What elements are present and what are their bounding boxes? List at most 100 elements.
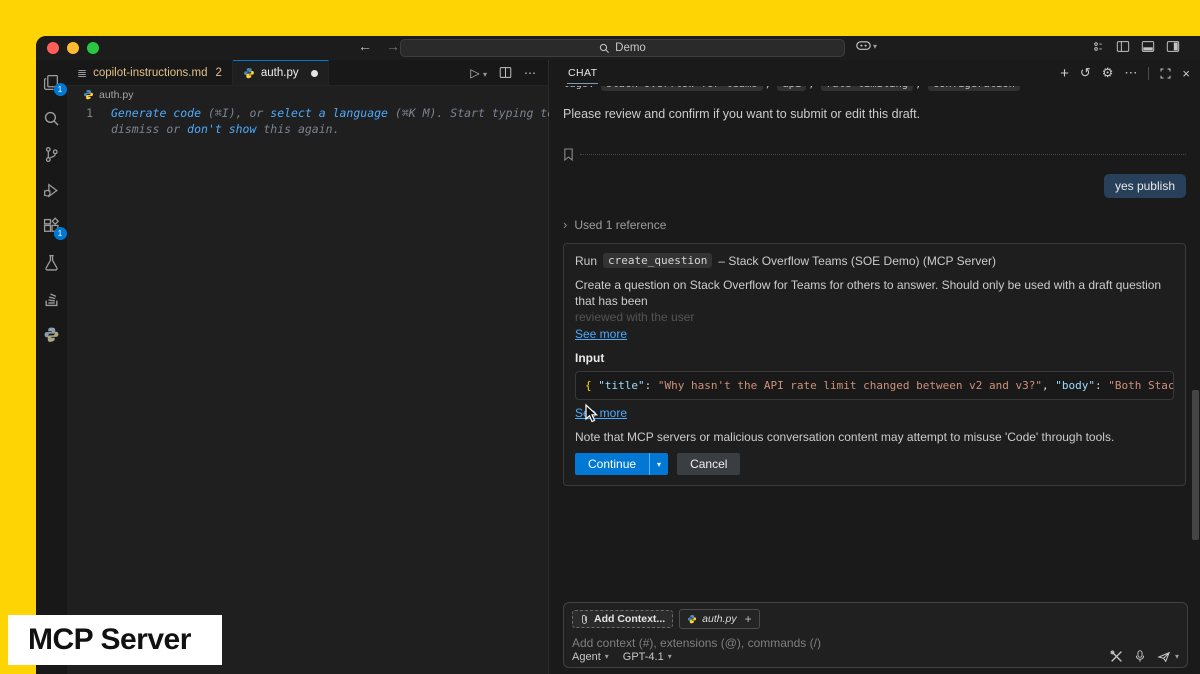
tag-pill: api bbox=[777, 86, 806, 91]
close-panel-icon[interactable]: × bbox=[1182, 66, 1190, 81]
tab-auth-py[interactable]: auth.py bbox=[233, 60, 329, 85]
explorer-icon[interactable]: 1 bbox=[40, 70, 64, 94]
tag-pill: stack overflow for teams bbox=[601, 86, 763, 91]
forward-icon[interactable]: → bbox=[386, 38, 400, 54]
mcp-server-caption: MCP Server bbox=[8, 615, 222, 665]
explorer-badge: 1 bbox=[54, 83, 67, 96]
chevron-down-icon: ▾ bbox=[1175, 652, 1179, 661]
customize-layout-icon[interactable] bbox=[1092, 40, 1105, 53]
unsaved-dot-icon[interactable] bbox=[311, 70, 318, 77]
copilot-menu[interactable]: ▾ bbox=[856, 40, 877, 52]
tab-bar: ≣ copilot-instructions.md 2 auth.py ▷ ▾ … bbox=[67, 60, 548, 86]
tool-confirmation-card: Run create_question – Stack Overflow Tea… bbox=[563, 243, 1186, 486]
more-actions-icon[interactable]: ⋯ bbox=[524, 66, 536, 80]
testing-icon[interactable] bbox=[40, 250, 64, 274]
references-label: Used 1 reference bbox=[574, 218, 666, 232]
tool-description-faded: reviewed with the user bbox=[575, 309, 1174, 325]
context-file-name: auth.py bbox=[702, 613, 736, 625]
chat-input-placeholder[interactable]: Add context (#), extensions (@), command… bbox=[572, 636, 1179, 650]
divider bbox=[1148, 67, 1149, 80]
chevron-down-icon: ▾ bbox=[605, 652, 609, 661]
chat-conversation: tags: stack overflow for teams, api, rat… bbox=[549, 86, 1200, 674]
input-section-label: Input bbox=[575, 351, 1174, 365]
more-actions-icon[interactable]: ⋯ bbox=[1124, 65, 1137, 81]
tool-name: create_question bbox=[603, 253, 712, 268]
toggle-primary-sidebar-icon[interactable] bbox=[1116, 40, 1130, 53]
chat-history-icon[interactable]: ↺ bbox=[1080, 65, 1091, 81]
layout-controls bbox=[1092, 40, 1180, 53]
tab-label: auth.py bbox=[261, 67, 299, 79]
title-bar: ← → Demo ▾ bbox=[36, 36, 1200, 60]
chat-tab[interactable]: CHAT bbox=[567, 62, 598, 84]
extensions-badge: 1 bbox=[54, 227, 67, 240]
source-control-icon[interactable] bbox=[40, 142, 64, 166]
context-file-pill[interactable]: auth.py + bbox=[679, 609, 759, 629]
python-file-icon bbox=[243, 67, 255, 79]
bookmark-icon[interactable] bbox=[563, 148, 574, 161]
chevron-down-icon: ▾ bbox=[873, 42, 877, 51]
run-debug-icon[interactable] bbox=[40, 178, 64, 202]
see-more-link[interactable]: See more bbox=[575, 327, 627, 341]
cancel-button[interactable]: Cancel bbox=[677, 453, 740, 475]
microphone-icon[interactable] bbox=[1135, 650, 1145, 663]
paperclip-icon bbox=[580, 614, 589, 625]
vscode-window: ← → Demo ▾ 1 bbox=[36, 36, 1200, 674]
select-language-link[interactable]: select a language bbox=[270, 106, 388, 120]
settings-gear-icon[interactable]: ⚙ bbox=[1102, 65, 1114, 81]
command-center-search[interactable]: Demo bbox=[400, 39, 845, 57]
mode-selector[interactable]: Agent▾ bbox=[572, 651, 609, 663]
ghost-text-line2: dismiss or don't show this again. bbox=[111, 121, 340, 137]
activity-bar: 1 1 bbox=[36, 60, 67, 674]
checkpoint-separator bbox=[563, 148, 1186, 161]
continue-button[interactable]: Continue ▾ bbox=[575, 453, 668, 475]
search-icon bbox=[599, 43, 610, 54]
stack-overflow-icon[interactable] bbox=[40, 286, 64, 310]
configure-tools-icon[interactable] bbox=[1110, 650, 1123, 663]
send-button[interactable]: ▾ bbox=[1157, 651, 1179, 663]
copilot-icon bbox=[856, 40, 871, 52]
user-message-bubble: yes publish bbox=[1104, 174, 1186, 198]
markdown-file-icon: ≣ bbox=[77, 66, 87, 80]
add-context-button[interactable]: Add Context... bbox=[572, 610, 673, 628]
breadcrumb-file[interactable]: auth.py bbox=[99, 89, 133, 101]
toggle-secondary-sidebar-icon[interactable] bbox=[1166, 40, 1180, 53]
tool-title: Run create_question – Stack Overflow Tea… bbox=[575, 253, 1174, 268]
search-sidebar-icon[interactable] bbox=[40, 106, 64, 130]
traffic-lights bbox=[47, 42, 99, 54]
breadcrumb[interactable]: auth.py bbox=[67, 86, 548, 103]
tab-label: copilot-instructions.md bbox=[93, 67, 207, 79]
python-icon[interactable] bbox=[40, 322, 64, 346]
run-file-button[interactable]: ▷ ▾ bbox=[470, 66, 487, 80]
line-number: 1 bbox=[67, 105, 111, 121]
tool-description: Create a question on Stack Overflow for … bbox=[575, 277, 1174, 309]
new-chat-icon[interactable]: + bbox=[1060, 65, 1069, 82]
python-file-icon bbox=[83, 89, 94, 100]
tab-copilot-instructions[interactable]: ≣ copilot-instructions.md 2 bbox=[67, 60, 233, 85]
code-editor[interactable]: 1 Generate code (⌘I), or select a langua… bbox=[67, 103, 548, 674]
references-toggle[interactable]: › Used 1 reference bbox=[563, 217, 1186, 232]
extensions-icon[interactable]: 1 bbox=[40, 214, 64, 238]
scrolled-message-clip: tags: stack overflow for teams, api, rat… bbox=[563, 86, 1186, 94]
tool-input-json[interactable]: { "title": "Why hasn't the API rate limi… bbox=[575, 371, 1174, 400]
generate-code-link[interactable]: Generate code bbox=[111, 106, 201, 120]
chevron-right-icon: › bbox=[563, 217, 567, 232]
toggle-panel-icon[interactable] bbox=[1141, 40, 1155, 53]
maximize-panel-icon[interactable] bbox=[1160, 68, 1171, 79]
continue-dropdown-icon[interactable]: ▾ bbox=[649, 453, 668, 475]
add-file-icon[interactable]: + bbox=[745, 612, 752, 626]
see-more-link[interactable]: See more bbox=[575, 406, 627, 420]
search-value: Demo bbox=[615, 42, 646, 54]
chat-panel: CHAT + ↺ ⚙ ⋯ × tags: stack overflow for … bbox=[549, 60, 1200, 674]
ghost-text-line1: Generate code (⌘I), or select a language… bbox=[111, 105, 554, 121]
tool-target: – Stack Overflow Teams (SOE Demo) (MCP S… bbox=[718, 254, 996, 268]
close-window-button[interactable] bbox=[47, 42, 59, 54]
scrollbar-thumb[interactable] bbox=[1192, 390, 1199, 540]
back-icon[interactable]: ← bbox=[358, 38, 372, 54]
chat-input-box[interactable]: Add Context... auth.py + Add context (#)… bbox=[563, 602, 1188, 668]
dont-show-link[interactable]: don't show bbox=[187, 122, 256, 136]
tag-pill: configuration bbox=[928, 86, 1020, 91]
zoom-window-button[interactable] bbox=[87, 42, 99, 54]
split-editor-icon[interactable] bbox=[499, 66, 512, 79]
minimize-window-button[interactable] bbox=[67, 42, 79, 54]
model-selector[interactable]: GPT-4.1▾ bbox=[623, 651, 672, 663]
